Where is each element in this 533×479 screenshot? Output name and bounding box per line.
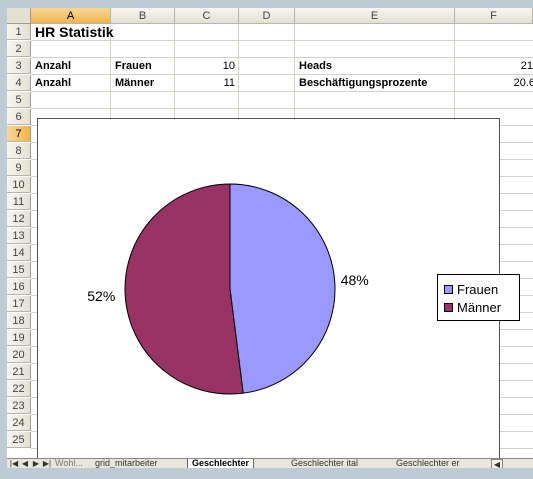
cell-c3[interactable]: 10 [175,58,237,74]
row-header-25[interactable]: 25 [7,432,31,448]
spreadsheet-window: A B C D E F 1 2 3 4 5 6 7 8 9 10 11 12 1… [7,8,533,468]
column-header-c[interactable]: C [175,8,239,24]
first-sheet-icon[interactable]: |◀ [9,459,19,468]
row-header-5[interactable]: 5 [7,92,31,108]
row-header-24[interactable]: 24 [7,415,31,431]
cell-a1[interactable]: HR Statistik [33,24,173,42]
row-header-23[interactable]: 23 [7,398,31,414]
row-header-22[interactable]: 22 [7,381,31,397]
row-header-16[interactable]: 16 [7,279,31,295]
pie-slice-maenner[interactable] [124,183,244,395]
column-header-d[interactable]: D [239,8,295,24]
tab-scroll-icon[interactable]: ◀ [491,459,503,468]
row-header-15[interactable]: 15 [7,262,31,278]
row-header-21[interactable]: 21 [7,364,31,380]
cell-grid[interactable]: A B C D E F 1 2 3 4 5 6 7 8 9 10 11 12 1… [7,8,533,461]
legend-label-frauen: Frauen [457,282,499,297]
pie-chart-object[interactable]: 48% 52% Frauen Männer [37,118,520,461]
column-header-f[interactable]: F [455,8,533,24]
row-header-14[interactable]: 14 [7,245,31,261]
row-header-1[interactable]: 1 [7,24,31,40]
legend-label-maenner: Männer [457,300,502,315]
row-header-11[interactable]: 11 [7,194,31,210]
cell-a3[interactable]: Anzahl [33,58,111,74]
sheet-tab-grid-mitarbeiter[interactable]: grid_mitarbeiter [91,459,162,468]
sheet-tab-geschlechter-ital[interactable]: Geschlechter ital [287,459,362,468]
row-header-18[interactable]: 18 [7,313,31,329]
row-header-17[interactable]: 17 [7,296,31,312]
sheet-tab-geschlechter[interactable]: Geschlechter [187,459,255,468]
gridline [31,91,533,92]
cell-f4[interactable]: 20.6 [455,75,533,91]
cell-e4[interactable]: Beschäftigungsprozente [297,75,455,91]
cell-a4[interactable]: Anzahl [33,75,111,91]
row-header-3[interactable]: 3 [7,58,31,74]
cell-e3[interactable]: Heads [297,58,455,74]
cell-f3[interactable]: 21 [455,58,533,74]
row-header-6[interactable]: 6 [7,109,31,125]
row-header-7[interactable]: 7 [7,126,31,142]
sheet-tab-geschlechter-er[interactable]: Geschlechter er [392,459,464,468]
data-label-maenner: 52% [87,287,116,304]
row-header-9[interactable]: 9 [7,160,31,176]
column-header-b[interactable]: B [111,8,175,24]
cell-c4[interactable]: 11 [175,75,237,91]
select-all-corner[interactable] [7,8,31,24]
column-header-e[interactable]: E [295,8,455,24]
row-header-13[interactable]: 13 [7,228,31,244]
row-header-19[interactable]: 19 [7,330,31,346]
pie-slice-frauen[interactable] [229,183,336,394]
row-header-12[interactable]: 12 [7,211,31,227]
legend-swatch-frauen [444,285,453,294]
cell-b4[interactable]: Männer [113,75,175,91]
sheet-tab-partial[interactable]: Wohl... [51,459,87,468]
next-sheet-icon[interactable]: ▶ [31,459,41,468]
row-header-10[interactable]: 10 [7,177,31,193]
row-header-20[interactable]: 20 [7,347,31,363]
legend-swatch-maenner [444,303,453,312]
gridline [31,108,533,109]
column-header-a[interactable]: A [31,8,111,24]
sheet-tab-bar: |◀ ◀ ▶ ▶| Wohl... grid_mitarbeiter Gesch… [7,458,533,468]
row-header-4[interactable]: 4 [7,75,31,91]
row-header-2[interactable]: 2 [7,41,31,57]
data-label-frauen: 48% [340,272,369,289]
prev-sheet-icon[interactable]: ◀ [20,459,30,468]
row-header-8[interactable]: 8 [7,143,31,159]
chart-legend[interactable]: Frauen Männer [437,274,520,321]
cell-b3[interactable]: Frauen [113,58,175,74]
